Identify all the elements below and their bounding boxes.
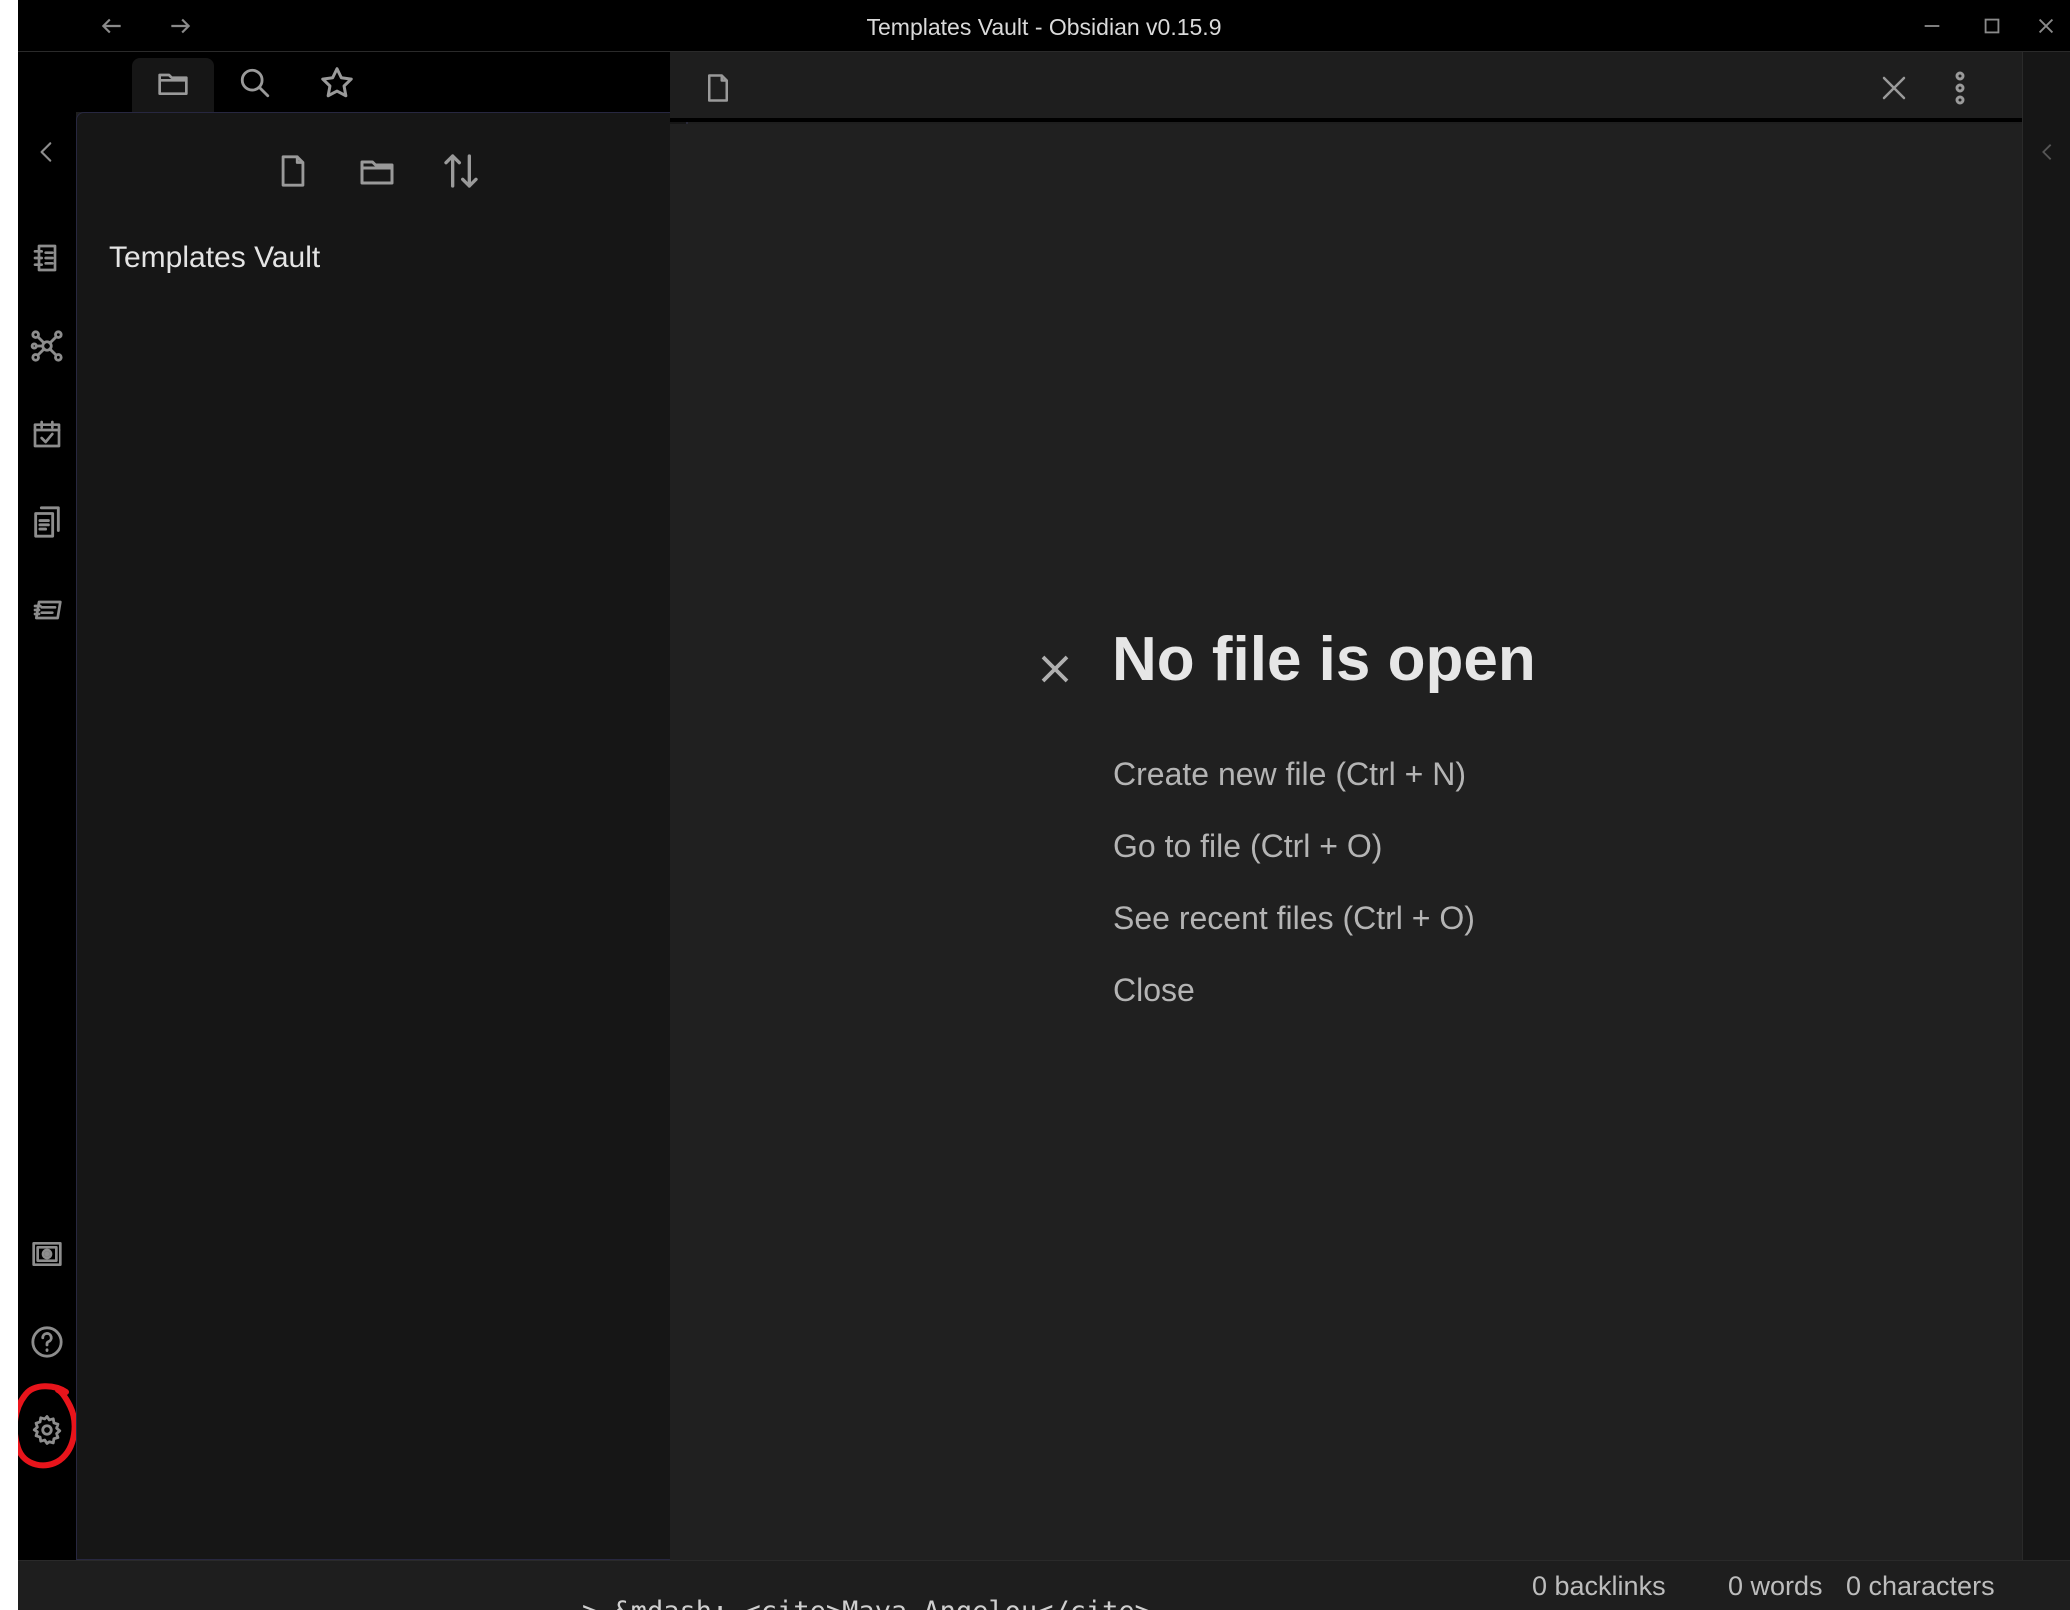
new-note-icon [276, 151, 310, 196]
quick-switcher-icon[interactable] [27, 238, 67, 278]
sort-icon [441, 150, 481, 197]
settings-icon[interactable] [27, 1410, 67, 1450]
slides-icon[interactable] [27, 590, 67, 630]
file-icon [694, 64, 742, 112]
minimize-icon[interactable] [1912, 8, 1952, 44]
sidebar-tab-bar [76, 52, 686, 112]
new-folder-icon [356, 153, 398, 194]
close-link[interactable]: Close [1113, 972, 1195, 1009]
editor-pane: No file is open Create new file (Ctrl + … [670, 124, 2022, 1560]
tab-search[interactable] [214, 58, 296, 112]
background-window-text: > &mdash; <cite>Maya Angelou</cite> [582, 1596, 1151, 1610]
open-vault-icon[interactable] [27, 1234, 67, 1274]
left-ribbon [18, 52, 76, 1560]
close-tab-icon[interactable] [1870, 64, 1918, 112]
new-note-button[interactable] [263, 143, 323, 203]
create-new-file-link[interactable]: Create new file (Ctrl + N) [1113, 756, 1466, 793]
graph-view-icon[interactable] [27, 326, 67, 366]
close-icon[interactable] [2026, 8, 2066, 44]
daily-note-icon[interactable] [27, 414, 67, 454]
obsidian-window: Templates Vault - Obsidian v0.15.9 Templ… [18, 0, 2070, 1610]
expand-right-sidebar-icon[interactable] [2029, 132, 2065, 172]
folder-icon [154, 67, 192, 104]
vault-name[interactable]: Templates Vault [109, 241, 320, 275]
word-count: 0 words [1728, 1571, 1823, 1601]
maximize-icon[interactable] [1972, 8, 2012, 44]
help-icon[interactable] [27, 1322, 67, 1362]
new-folder-button[interactable] [347, 143, 407, 203]
file-explorer: Templates Vault [76, 112, 688, 1560]
collapse-left-icon[interactable] [27, 132, 67, 172]
window-title: Templates Vault - Obsidian v0.15.9 [866, 14, 1222, 40]
go-to-file-link[interactable]: Go to file (Ctrl + O) [1113, 828, 1382, 865]
explorer-actions [77, 143, 689, 203]
editor-tab-header [670, 52, 2022, 122]
search-icon [238, 66, 272, 105]
empty-state-close-icon[interactable] [1030, 644, 1080, 694]
tab-files[interactable] [132, 58, 214, 112]
star-icon [319, 65, 355, 106]
title-bar: Templates Vault - Obsidian v0.15.9 [18, 0, 2070, 52]
tab-starred[interactable] [296, 58, 378, 112]
empty-state-title: No file is open [1112, 625, 1536, 694]
more-vertical-icon[interactable] [1936, 64, 1984, 112]
see-recent-files-link[interactable]: See recent files (Ctrl + O) [1113, 900, 1475, 937]
insert-template-icon[interactable] [27, 502, 67, 542]
backlinks-count[interactable]: 0 backlinks [1532, 1571, 1666, 1602]
character-count: 0 characters [1846, 1571, 1995, 1601]
right-ribbon [2022, 52, 2070, 1560]
sort-button[interactable] [431, 143, 491, 203]
